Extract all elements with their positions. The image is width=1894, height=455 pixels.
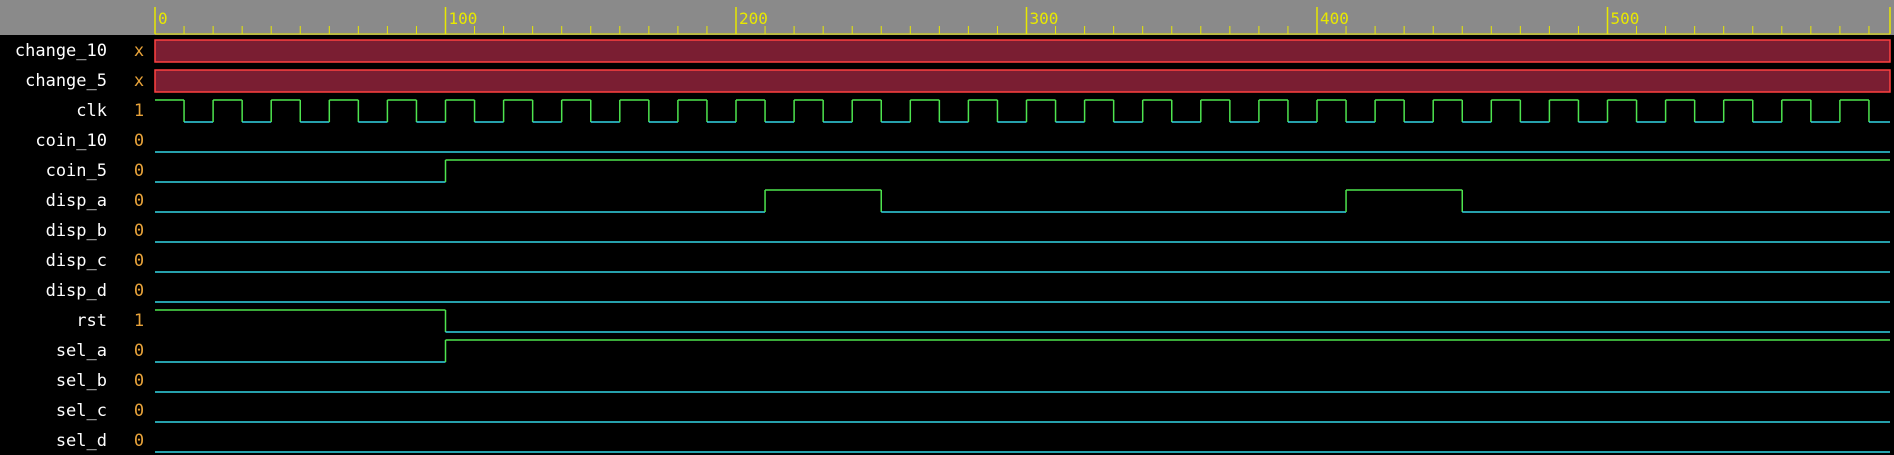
waveform-canvas[interactable]: 0 100 200 300 400 500 <box>0 0 1894 455</box>
bus-unknown-segment <box>154 39 1891 63</box>
ruler-label: 200 <box>739 9 768 28</box>
trace-coin-5 <box>155 159 1890 183</box>
trace-change-5 <box>154 69 1891 93</box>
ruler-label: 300 <box>1030 9 1059 28</box>
ruler-label: 400 <box>1320 9 1349 28</box>
ruler-label: 500 <box>1611 9 1640 28</box>
trace-change-10 <box>154 39 1891 63</box>
trace-clk <box>155 99 1890 123</box>
bus-unknown-segment <box>154 69 1891 93</box>
ruler-label: 0 <box>158 9 168 28</box>
ruler-label: 100 <box>449 9 478 28</box>
time-ruler[interactable]: 0 100 200 300 400 500 <box>0 0 1894 35</box>
trace-rst <box>155 309 1890 333</box>
signal-traces <box>154 39 1891 453</box>
trace-sel-a <box>155 339 1890 363</box>
trace-disp-a <box>155 189 1890 213</box>
waveform-viewer: change_10 change_5 clk coin_10 coin_5 disp_a d… <box>0 0 1894 455</box>
